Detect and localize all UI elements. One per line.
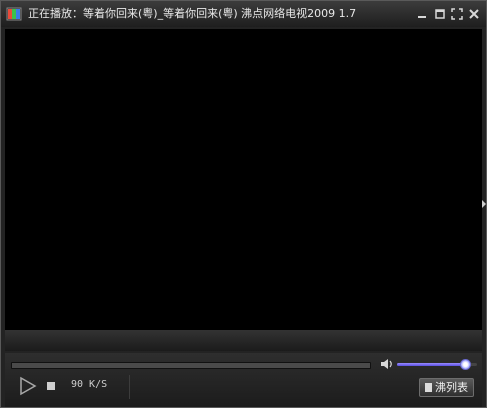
list-icon <box>425 383 432 392</box>
close-icon[interactable] <box>467 7 481 21</box>
control-bar: 90 K/S 沸列表 <box>5 353 482 407</box>
volume-slider[interactable] <box>397 359 477 370</box>
volume-thumb[interactable] <box>460 359 471 370</box>
playlist-label: 沸列表 <box>435 381 468 394</box>
app-tv-icon <box>6 7 22 21</box>
window-title: 正在播放：等着你回来(粤)_等着你回来(粤) 沸点网络电视2009 1.7 <box>28 7 357 20</box>
control-divider <box>129 375 130 399</box>
minimize-icon[interactable] <box>415 7 429 21</box>
video-screen[interactable] <box>5 29 482 330</box>
stop-button[interactable] <box>47 382 55 390</box>
play-button[interactable] <box>18 376 38 396</box>
player-window: 正在播放：等着你回来(粤)_等着你回来(粤) 沸点网络电视2009 1.7 90… <box>0 0 487 408</box>
playlist-button[interactable]: 沸列表 <box>419 378 474 397</box>
fullscreen-icon[interactable] <box>450 7 464 21</box>
seek-bar[interactable] <box>11 362 371 369</box>
restore-icon[interactable] <box>433 7 447 21</box>
volume-fill <box>397 363 465 366</box>
speaker-icon[interactable] <box>380 358 394 370</box>
title-bar[interactable]: 正在播放：等着你回来(粤)_等着你回来(粤) 沸点网络电视2009 1.7 <box>1 1 486 27</box>
download-speed: 90 K/S <box>71 379 108 390</box>
side-panel-toggle-icon[interactable] <box>482 196 486 212</box>
info-strip <box>5 330 482 351</box>
